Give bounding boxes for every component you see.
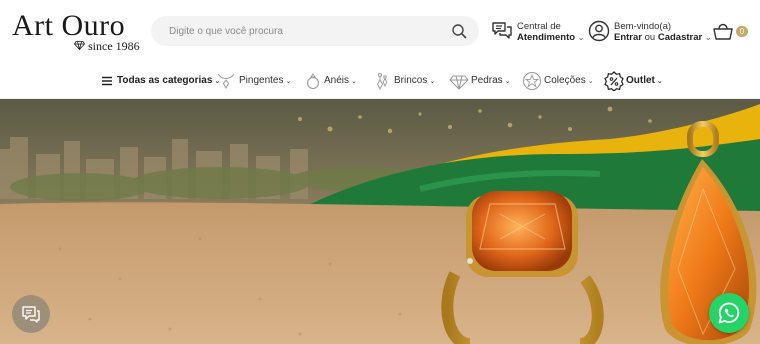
user-icon	[588, 20, 610, 42]
chevron-down-icon: ⌄	[577, 33, 585, 42]
whatsapp-icon	[718, 302, 740, 324]
chevron-down-icon: ⌄	[656, 78, 663, 85]
customer-service-link[interactable]: Central de Atendimento ⌄	[491, 18, 585, 46]
chevron-down-icon: ⌄	[587, 78, 594, 85]
chevron-down-icon: ⌄	[351, 78, 357, 85]
account-menu[interactable]: Bem-vindo(a) Entrar ou Cadastrar ⌄	[588, 18, 712, 46]
logo-tagline: since 1986	[88, 39, 140, 53]
hero-image	[0, 99, 760, 344]
logo[interactable]: Art Ouro since 1986	[12, 10, 142, 54]
cart-button[interactable]: 0	[712, 20, 750, 44]
nav-label: Pingentes	[239, 75, 284, 86]
pendant-icon	[217, 73, 235, 90]
welcome-text: Bem-vindo(a)	[614, 21, 672, 32]
chat-bubbles-icon	[492, 22, 512, 39]
nav-label: Anéis	[324, 75, 350, 86]
earring-icon	[376, 73, 388, 91]
basket-icon	[713, 23, 733, 40]
whatsapp-button[interactable]	[709, 293, 749, 333]
login-link[interactable]: Entrar	[614, 32, 642, 43]
nav-label: Todas as categorias	[117, 75, 213, 86]
chat-icon	[22, 306, 40, 323]
register-link[interactable]: Cadastrar	[658, 32, 702, 43]
or-text: ou	[644, 32, 656, 43]
logo-name: Art Ouro	[12, 9, 126, 42]
nav-label: Brincos	[394, 75, 428, 86]
search-icon[interactable]	[451, 23, 467, 39]
nav-label: Pedras	[471, 75, 503, 86]
search-input[interactable]	[169, 16, 439, 46]
chevron-down-icon: ⌄	[704, 33, 712, 42]
nav-label: Outlet	[626, 75, 655, 86]
percent-badge-icon	[604, 71, 624, 91]
collection-icon	[523, 72, 541, 90]
central-line1: Central de	[517, 21, 561, 32]
ring-icon	[306, 73, 320, 90]
hero-banner[interactable]	[0, 99, 760, 344]
site-header: Art Ouro since 1986 Central de Atendimen…	[0, 0, 760, 62]
chevron-down-icon: ⌄	[504, 78, 511, 85]
menu-icon	[102, 76, 112, 86]
central-line2: Atendimento	[517, 32, 576, 43]
cart-count-badge: 0	[736, 26, 748, 37]
chevron-down-icon: ⌄	[285, 78, 292, 85]
nav-label: Coleções	[544, 75, 586, 86]
category-nav: Todas as categorias ⌄ Pingentes ⌄ Anéis ⌄ B…	[0, 62, 760, 99]
chat-button[interactable]	[12, 295, 50, 333]
gem-icon	[449, 75, 469, 90]
diamond-icon	[74, 41, 85, 50]
search-bar	[151, 16, 479, 46]
chevron-down-icon: ⌄	[429, 78, 436, 85]
